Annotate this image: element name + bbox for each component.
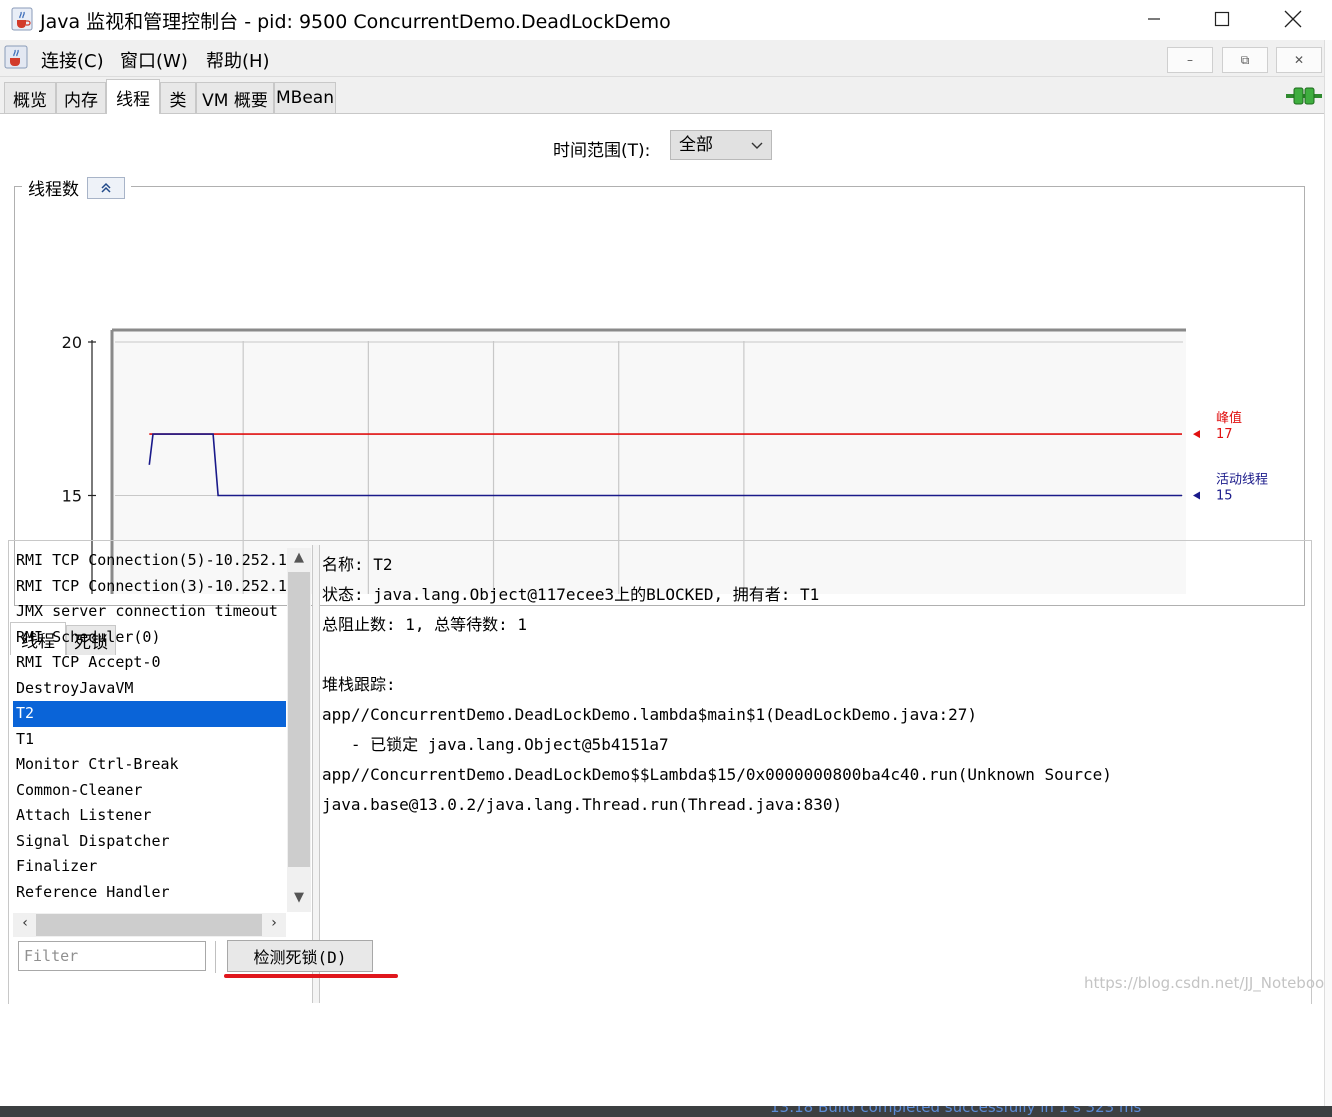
chart-title: 线程数 bbox=[28, 180, 79, 200]
thread-list-item[interactable]: RMI TCP Accept-0 bbox=[13, 650, 286, 676]
thread-state-line: 状态: java.lang.Object@117ecee3上的BLOCKED, … bbox=[322, 585, 820, 604]
tab-threads[interactable]: 线程 bbox=[106, 79, 160, 114]
scroll-up-icon[interactable]: ▲ bbox=[287, 550, 311, 572]
time-range-value: 全部 bbox=[679, 135, 713, 155]
tab-classes[interactable]: 类 bbox=[160, 82, 196, 113]
close-button[interactable] bbox=[1263, 0, 1323, 38]
java-cup-icon bbox=[4, 45, 28, 69]
thread-list-item[interactable]: Reference Handler bbox=[13, 880, 286, 906]
menu-help[interactable]: 帮助(H) bbox=[206, 47, 270, 73]
thread-list-item[interactable]: DestroyJavaVM bbox=[13, 676, 286, 702]
thread-list-item[interactable]: JMX server connection timeout bbox=[13, 599, 286, 625]
menu-window[interactable]: 窗口(W) bbox=[120, 47, 188, 73]
series-marker bbox=[1193, 491, 1200, 500]
collapse-chart-button[interactable] bbox=[87, 176, 125, 199]
legend-series-value: 17 bbox=[1216, 427, 1233, 442]
thread-list-horizontal-scrollbar[interactable]: ‹ › bbox=[13, 913, 286, 937]
scroll-thumb[interactable] bbox=[288, 572, 310, 867]
inner-minimize-button[interactable]: – bbox=[1167, 47, 1213, 73]
thread-list-item[interactable]: RMI TCP Connection(5)-10.252.1 bbox=[13, 548, 286, 574]
series-marker bbox=[1193, 430, 1200, 439]
menu-bar: 连接(C) 窗口(W) 帮助(H) – ⧉ ✕ bbox=[0, 40, 1332, 77]
stack-frame: - 已锁定 java.lang.Object@5b4151a7 bbox=[322, 735, 669, 754]
double-chevron-up-icon bbox=[101, 182, 111, 193]
scroll-thumb-horizontal[interactable] bbox=[36, 914, 262, 936]
build-status-text: 13:18 Build completed successfully in 1 … bbox=[770, 1106, 1142, 1116]
scroll-down-icon[interactable]: ▼ bbox=[287, 890, 311, 912]
split-pane-divider[interactable] bbox=[312, 545, 320, 1003]
maximize-button[interactable] bbox=[1192, 0, 1252, 38]
menu-connection[interactable]: 连接(C) bbox=[41, 47, 104, 73]
toolbar-separator bbox=[215, 941, 216, 973]
y-tick-label: 20 bbox=[62, 333, 82, 352]
tab-memory[interactable]: 内存 bbox=[56, 82, 106, 113]
tab-mbean[interactable]: MBean bbox=[274, 82, 336, 113]
thread-list-item[interactable]: Finalizer bbox=[13, 854, 286, 880]
window-title: Java 监视和管理控制台 - pid: 9500 ConcurrentDemo… bbox=[40, 11, 671, 33]
thread-list-item[interactable]: RMI Scheduler(0) bbox=[13, 625, 286, 651]
taskbar-strip: 13:18 Build completed successfully in 1 … bbox=[0, 1106, 1332, 1117]
thread-list-item[interactable]: Monitor Ctrl-Break bbox=[13, 752, 286, 778]
maximize-icon bbox=[1214, 11, 1230, 27]
time-range-select[interactable]: 全部 bbox=[670, 130, 772, 160]
thread-list-vertical-scrollbar[interactable]: ▲ ▼ bbox=[287, 548, 311, 912]
tab-overview[interactable]: 概览 bbox=[4, 82, 56, 113]
detect-deadlock-button[interactable]: 检测死锁(D) bbox=[227, 940, 373, 972]
legend-series-value: 15 bbox=[1216, 489, 1233, 504]
annotation-underline bbox=[224, 974, 398, 978]
connection-status-icon[interactable] bbox=[1286, 85, 1322, 107]
thread-counts-line: 总阻止数: 1, 总等待数: 1 bbox=[322, 615, 528, 634]
thread-list-item[interactable]: Common-Cleaner bbox=[13, 778, 286, 804]
main-tab-bar: 概览 内存 线程 类 VM 概要 MBean bbox=[0, 77, 1332, 114]
stack-frame: app//ConcurrentDemo.DeadLockDemo$$Lambda… bbox=[322, 765, 1112, 784]
chart-panel-header: 线程数 bbox=[22, 175, 131, 200]
thread-list-item[interactable]: T1 bbox=[13, 727, 286, 753]
window-edge bbox=[1324, 40, 1332, 1106]
y-tick-label: 15 bbox=[62, 487, 82, 506]
stack-frame: app//ConcurrentDemo.DeadLockDemo.lambda$… bbox=[322, 705, 978, 724]
scroll-right-icon[interactable]: › bbox=[264, 915, 284, 931]
thread-count-chart: 16:0516:1016:1516:2016:25201510峰值17活动线程1… bbox=[62, 328, 1268, 594]
title-bar: Java 监视和管理控制台 - pid: 9500 ConcurrentDemo… bbox=[0, 0, 1332, 40]
time-range-label: 时间范围(T): bbox=[553, 141, 651, 161]
stack-frame: java.base@13.0.2/java.lang.Thread.run(Th… bbox=[322, 795, 843, 814]
minimize-button[interactable] bbox=[1124, 0, 1184, 38]
close-icon bbox=[1284, 10, 1302, 28]
java-cup-icon bbox=[11, 7, 33, 31]
stack-trace-title: 堆栈跟踪: bbox=[322, 675, 396, 694]
legend-series-name: 峰值 bbox=[1216, 410, 1242, 426]
thread-list[interactable]: RMI TCP Connection(5)-10.252.1 RMI TCP Co… bbox=[13, 548, 286, 912]
chevron-down-icon bbox=[751, 142, 763, 149]
watermark: https://blog.csdn.net/JJ_Notebook bbox=[1084, 974, 1332, 992]
thread-list-item[interactable]: Attach Listener bbox=[13, 803, 286, 829]
inner-close-button[interactable]: ✕ bbox=[1276, 47, 1322, 73]
thread-list-item[interactable]: Signal Dispatcher bbox=[13, 829, 286, 855]
thread-list-item[interactable]: RMI TCP Connection(3)-10.252.1 bbox=[13, 574, 286, 600]
scroll-left-icon[interactable]: ‹ bbox=[15, 915, 35, 931]
minimize-icon bbox=[1148, 18, 1160, 20]
thread-name-line: 名称: T2 bbox=[322, 555, 393, 574]
legend-series-name: 活动线程 bbox=[1216, 473, 1268, 488]
tab-vm-summary[interactable]: VM 概要 bbox=[196, 82, 274, 113]
thread-filter-input[interactable]: Filter bbox=[18, 941, 206, 971]
thread-list-item[interactable]: T2 bbox=[13, 701, 286, 727]
inner-restore-button[interactable]: ⧉ bbox=[1222, 47, 1268, 73]
thread-detail-text: 名称: T2 状态: java.lang.Object@117ecee3上的BL… bbox=[322, 550, 1302, 820]
